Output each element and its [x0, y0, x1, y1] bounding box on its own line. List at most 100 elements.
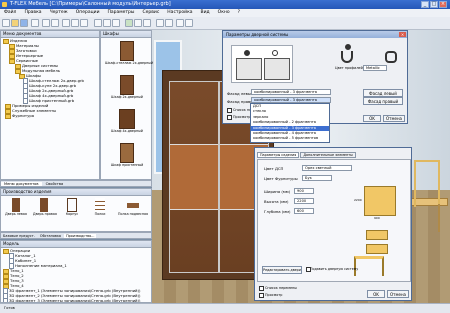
menu-file[interactable]: Файл — [0, 9, 20, 17]
dialog1-ok-button[interactable]: OK — [363, 115, 381, 122]
left-facade-button[interactable]: Фасад левый — [363, 89, 403, 97]
tab-base[interactable]: Базовые предуст. — [1, 234, 37, 238]
thumb-item[interactable]: Шкаф пристенный — [105, 143, 149, 173]
close-button[interactable]: × — [439, 1, 447, 8]
menu-drawing[interactable]: Чертеж — [46, 9, 72, 17]
tools-icon[interactable] — [165, 19, 173, 27]
dialog2-cancel-button[interactable]: Отмена — [387, 290, 409, 298]
edit-doors-button[interactable]: Редактировать двери — [262, 266, 302, 274]
new-icon[interactable] — [2, 19, 10, 27]
line-icon[interactable] — [103, 19, 111, 27]
prod-item-left-door[interactable]: Дверь левая — [5, 198, 27, 216]
menu-help[interactable]: ? — [234, 9, 244, 17]
dim-width-label: 900 — [374, 216, 380, 220]
menu-settings[interactable]: Настройка — [163, 9, 196, 17]
rotate-icon[interactable] — [80, 19, 88, 27]
right-facade-button[interactable]: Фасад правый — [363, 97, 403, 105]
status-text: Готов — [4, 306, 15, 310]
production-panel: Производство изделия Дверь левая Дверь п… — [0, 188, 152, 232]
app-icon — [2, 2, 7, 7]
tab-environment[interactable]: Обстановка — [38, 234, 63, 238]
tab-production[interactable]: Производство... — [64, 234, 97, 238]
depth-label: Глубина (мм) — [264, 209, 291, 214]
door-thumb-icon-2 — [366, 244, 388, 254]
dialog-close-icon[interactable]: × — [399, 32, 406, 37]
dialog2-ok-button[interactable]: OK — [367, 290, 385, 298]
tab-product-params[interactable]: Параметры изделия — [257, 152, 300, 158]
params-icon[interactable] — [156, 19, 164, 27]
chair-model — [414, 160, 440, 207]
doc-menu-tabs: Меню документов Свойства — [0, 180, 152, 187]
profile-radio[interactable] — [345, 44, 351, 50]
door-left-preview — [236, 58, 262, 80]
edge-select[interactable]: Бук — [302, 175, 332, 181]
model-tree-panel: Модель Операции Каталог_1 Кабинет_1 Напо… — [0, 240, 152, 303]
thumbnails-panel: Шкафы Шкаф-стеллаж 2х-дверный Шкаф 2х-дв… — [100, 30, 153, 180]
title-bar: T-FLEX Мебель [C:\Примеры\Салонный модул… — [0, 0, 450, 9]
tab-properties[interactable]: Свойства — [43, 182, 67, 186]
undo-icon[interactable] — [42, 19, 50, 27]
select-icon[interactable] — [94, 19, 102, 27]
radio-left[interactable] — [244, 50, 250, 56]
hanging-shelf-icon — [127, 203, 139, 208]
save-icon[interactable] — [20, 19, 28, 27]
shelves-icon — [95, 198, 105, 212]
model-tree-header: Модель — [1, 241, 151, 248]
preview-checkbox-2[interactable] — [259, 293, 264, 298]
prod-item-hanging-shelf[interactable]: Полка подвесная — [117, 198, 149, 216]
node-icon[interactable] — [112, 19, 120, 27]
dialog1-cancel-button[interactable]: Отмена — [383, 115, 405, 122]
profile-shape-icon — [341, 51, 353, 63]
radio-right[interactable] — [272, 50, 278, 56]
prod-item-body[interactable]: Корпус — [61, 198, 83, 216]
depth-input[interactable]: 600 — [294, 208, 314, 214]
dialog2-tabs: Параметры изделия Дополнительные элемент… — [257, 152, 409, 158]
prod-item-right-door[interactable]: Дверь правая — [33, 198, 57, 216]
shade-icon[interactable] — [134, 19, 142, 27]
menu-operations[interactable]: Операции — [72, 9, 104, 17]
menu-view[interactable]: Вид — [197, 9, 214, 17]
height-input[interactable]: 2200 — [294, 198, 314, 204]
minimize-button[interactable]: _ — [421, 1, 429, 8]
mirror-label-2: Список перемены — [265, 286, 297, 290]
menu-parameters[interactable]: Параметры — [104, 9, 139, 17]
profile-color-select[interactable]: Metallic — [363, 65, 387, 71]
tree-item[interactable]: Фурнитура — [3, 113, 99, 119]
wardrobe-door-left[interactable] — [169, 81, 219, 273]
mirror-checkbox[interactable] — [227, 108, 232, 113]
add-doors-checkbox[interactable] — [306, 267, 311, 272]
toolbar — [0, 17, 450, 30]
prod-item-shelves[interactable]: Полки — [89, 198, 111, 216]
dimension-preview: 2200 900 — [354, 186, 404, 222]
height-label: Высота (мм) — [264, 199, 289, 204]
profile-preview: Цвет профилей Metallic — [335, 43, 405, 73]
view-icon[interactable] — [125, 19, 133, 27]
layer-icon[interactable] — [176, 19, 184, 27]
params-body: Цвет ДСП Орех светлый Цвет Фурнитуры Бук… — [257, 159, 411, 282]
dropdown-option[interactable]: комбинированный - 5 фрагментов — [251, 136, 329, 141]
tab-document-menu[interactable]: Меню документов — [1, 182, 42, 186]
menu-edit[interactable]: Правка — [20, 9, 45, 17]
mirror-checkbox-2[interactable] — [259, 286, 264, 291]
menu-service[interactable]: Сервис — [138, 9, 163, 17]
help-icon[interactable] — [185, 19, 193, 27]
table-leg-2 — [438, 204, 440, 232]
pan-icon[interactable] — [71, 19, 79, 27]
color-select[interactable]: Орех светлый — [302, 165, 352, 171]
width-input[interactable]: 900 — [294, 188, 314, 194]
open-icon[interactable] — [11, 19, 19, 27]
zoom-icon[interactable] — [62, 19, 70, 27]
menu-window[interactable]: Окно — [214, 9, 234, 17]
thumb-item[interactable]: Шкаф 2х-дверный — [105, 75, 149, 105]
print-icon[interactable] — [31, 19, 39, 27]
preview-checkbox[interactable] — [227, 115, 232, 120]
thumb-item[interactable]: Шкаф-стеллаж 2х-дверный — [105, 41, 153, 71]
cabinet-thumb-icon — [120, 75, 134, 95]
wire-icon[interactable] — [143, 19, 151, 27]
redo-icon[interactable] — [51, 19, 59, 27]
tab-extra-elements[interactable]: Дополнительные элементы — [300, 152, 356, 158]
left-facade-select[interactable]: комбинированный - 3 фрагмента — [251, 89, 331, 95]
document-menu-panel: Меню документов Изделия Материалы Загото… — [0, 30, 100, 180]
thumb-item[interactable]: Шкаф 4х-дверный — [105, 109, 149, 139]
maximize-button[interactable]: □ — [430, 1, 438, 8]
